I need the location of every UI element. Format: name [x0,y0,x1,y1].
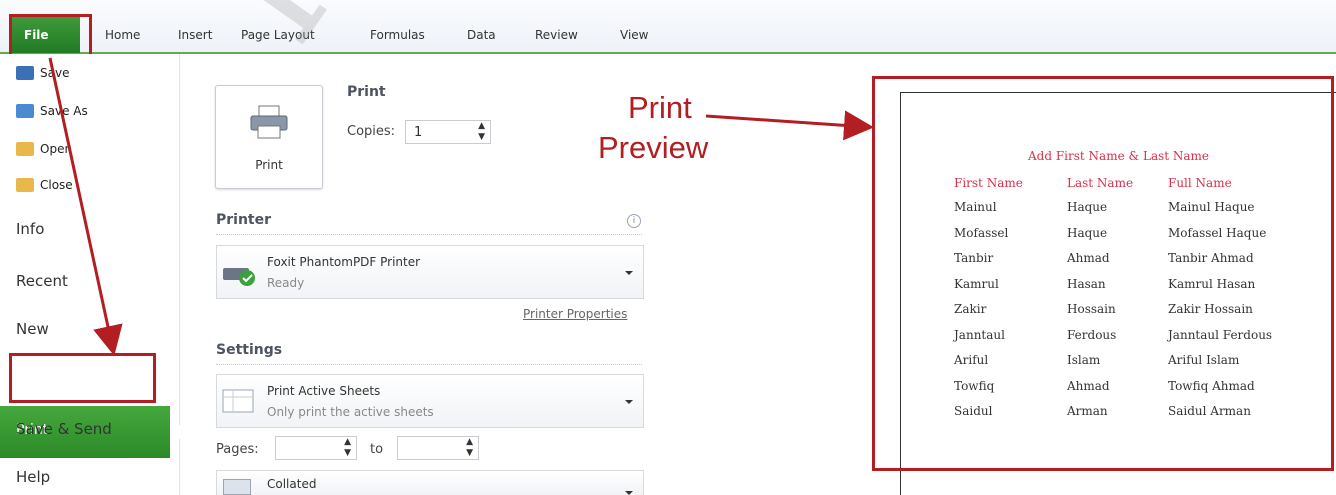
arrow-to-preview [705,110,874,141]
print-button-label: Print [255,158,283,172]
info-icon[interactable]: i [627,214,641,228]
pages-from-stepper-icon[interactable]: ▲ ▼ [344,437,351,459]
save-icon [16,66,34,80]
pages-to-stepper-icon[interactable]: ▲ ▼ [466,437,473,459]
tab-formulas[interactable]: Formulas [370,28,425,42]
nav-save[interactable]: Save [40,66,69,80]
nav-open[interactable]: Open [40,142,72,156]
nav-save-send[interactable]: Save & Send [16,420,112,438]
chevron-down-icon [625,491,633,495]
collated-icon [223,479,251,495]
ribbon: File Home Insert Page Layout Formulas Da… [0,0,1336,54]
sheets-icon [222,389,254,413]
chevron-down-icon [625,400,633,404]
printer-properties-link[interactable]: Printer Properties [523,307,627,321]
tab-review[interactable]: Review [535,28,578,42]
printer-icon [250,105,288,139]
pages-to-input[interactable]: ▲ ▼ [397,436,479,460]
print-title: Print [347,84,386,100]
nav-new[interactable]: New [16,320,49,338]
tab-data[interactable]: Data [467,28,496,42]
tab-view[interactable]: View [620,28,648,42]
copies-stepper-icon[interactable]: ▲ ▼ [478,121,485,143]
settings-divider [216,364,642,365]
active-sheets-desc: Only print the active sheets [267,405,434,419]
nav-recent[interactable]: Recent [16,272,68,290]
print-highlight-box [9,353,156,403]
chevron-down-icon [625,271,633,275]
collated-label: Collated [267,477,317,491]
open-folder-icon [16,142,34,156]
nav-close[interactable]: Close [40,178,73,192]
print-button[interactable]: Print [215,85,323,189]
tab-page-layout[interactable]: Page Layout [241,28,315,42]
tab-home[interactable]: Home [105,28,140,42]
close-folder-icon [16,178,34,192]
copies-input[interactable]: 1 ▲ ▼ [405,120,491,144]
settings-section-title: Settings [216,342,283,358]
save-as-icon [16,104,34,118]
collated-dropdown[interactable]: Collated [216,470,644,495]
preview-highlight-box [872,76,1334,471]
pages-from-input[interactable]: ▲ ▼ [275,436,357,460]
active-sheets-title: Print Active Sheets [267,384,381,398]
annotation-preview: Preview [598,130,709,165]
printer-divider [216,234,642,235]
backstage-nav: Save Save As Open Close Info Recent New … [0,54,184,495]
printer-dropdown[interactable]: Foxit PhantomPDF Printer Ready [216,245,644,299]
annotation-print: Print [628,90,692,125]
tab-insert[interactable]: Insert [178,28,212,42]
printer-status: Ready [267,276,305,290]
nav-help[interactable]: Help [16,468,50,486]
file-highlight-box [9,14,92,58]
copies-label: Copies: [347,124,396,139]
to-label: to [370,442,384,457]
printer-name: Foxit PhantomPDF Printer [267,255,421,269]
print-active-sheets-dropdown[interactable]: Print Active Sheets Only print the activ… [216,374,644,428]
copies-value: 1 [414,125,423,140]
nav-save-as[interactable]: Save As [40,104,88,118]
printer-section-title: Printer [216,212,272,228]
printer-device-icon [223,268,255,286]
nav-info[interactable]: Info [16,220,44,238]
pages-label: Pages: [216,442,259,457]
